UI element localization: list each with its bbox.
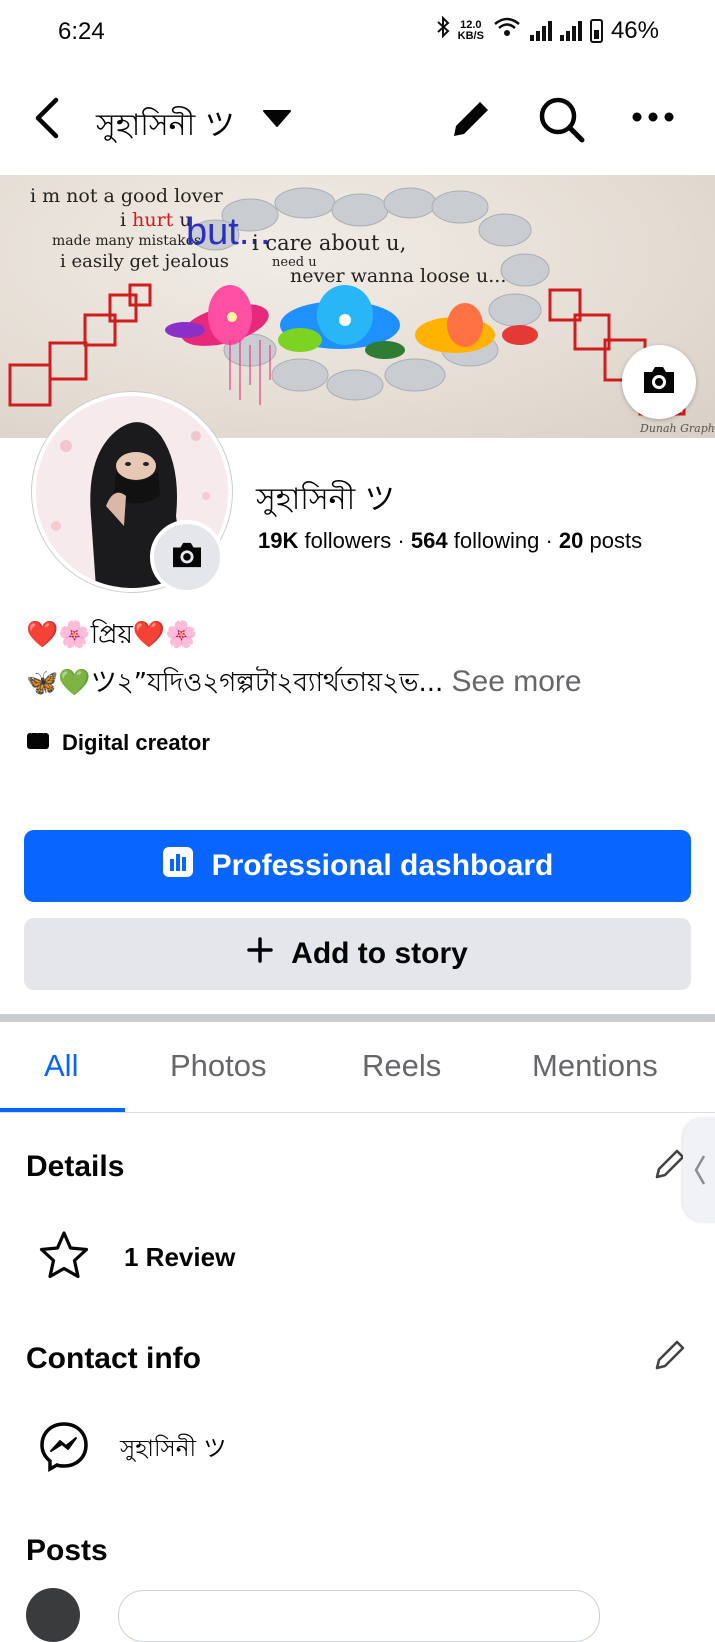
stats-separator: ·: [545, 528, 559, 553]
review-text: 1 Review: [124, 1242, 236, 1272]
contact-info-title: Contact info: [26, 1342, 201, 1375]
posts-count: 20: [558, 528, 584, 553]
details-title: Details: [26, 1150, 125, 1183]
battery-level: 46%: [610, 16, 659, 44]
category-label: Digital creator: [62, 730, 210, 755]
status-time: 6:24: [58, 18, 105, 45]
posts-title: Posts: [26, 1534, 108, 1567]
followers-label: followers: [304, 528, 392, 553]
add-to-story-button[interactable]: Add to story: [24, 918, 691, 990]
cover-line1: i m not a good lover: [30, 185, 223, 207]
battery-icon: [589, 18, 603, 43]
bio-line-2-text: 🦋💚ツ২”যদিও২গল্পটা২ব্যার্থতায়২ভ...: [26, 668, 444, 698]
dashboard-icon: [162, 846, 194, 886]
messenger-row[interactable]: সুহাসিনী ツ: [38, 1420, 226, 1477]
review-row[interactable]: 1 Review: [38, 1230, 235, 1285]
camera-icon: [170, 541, 204, 574]
cover-line3: made many mistakes: [52, 233, 202, 249]
tab-photos[interactable]: Photos: [170, 1048, 267, 1084]
chevron-left-icon: [694, 1155, 706, 1185]
more-options-icon[interactable]: [632, 110, 674, 128]
stats-separator: ·: [397, 528, 411, 553]
following-label: following: [453, 528, 540, 553]
cover-never: never wanna loose u...: [290, 265, 507, 287]
back-arrow-icon[interactable]: [30, 96, 62, 145]
profile-name: সুহাসিনী ツ: [256, 482, 395, 517]
cover-line2-hurt: hurt: [132, 209, 174, 231]
bio-line-2: 🦋💚ツ২”যদিও২গল্পটা২ব্যার্থতায়২ভ... See mo…: [26, 662, 582, 706]
edit-contact-pencil-icon[interactable]: [652, 1337, 688, 1378]
tab-reels[interactable]: Reels: [362, 1048, 441, 1084]
side-panel-handle[interactable]: [683, 1118, 715, 1222]
signal-icon-2: [559, 20, 582, 41]
star-icon: [38, 1230, 90, 1285]
network-speed-unit: KB/S: [457, 29, 484, 42]
clapperboard-icon: [26, 729, 50, 756]
header-title[interactable]: সুহাসিনী ツ: [96, 100, 235, 152]
cover-care: i care about u,: [252, 231, 407, 255]
pencil-icon[interactable]: [448, 96, 494, 147]
add-to-story-label: Add to story: [291, 937, 468, 970]
see-more-link[interactable]: See more: [452, 665, 582, 698]
search-icon[interactable]: [536, 94, 588, 151]
section-divider: [0, 1014, 715, 1022]
profile-header: সুহাসিনী ツ: [0, 82, 715, 154]
wifi-icon: [492, 16, 522, 45]
active-tab-indicator: [0, 1108, 125, 1112]
cover-line2: i hurt u: [120, 209, 192, 231]
profile-tabs: All Photos Reels Mentions: [0, 1022, 715, 1113]
tab-all[interactable]: All: [44, 1048, 78, 1084]
professional-dashboard-label: Professional dashboard: [211, 849, 554, 882]
followers-count: 19K: [258, 528, 299, 553]
network-speed: 12.0 KB/S: [457, 19, 484, 42]
bio-line-1: ❤️🌸প্রিয়❤️🌸: [26, 620, 198, 650]
signal-icon: [529, 20, 552, 41]
tab-mentions[interactable]: Mentions: [532, 1048, 658, 1084]
cover-line4: i easily get jealous: [60, 251, 230, 272]
profile-stats: 19K followers · 564 following · 20 posts: [258, 528, 642, 554]
edit-cover-camera-button[interactable]: [622, 345, 696, 419]
posts-label: posts: [589, 528, 643, 553]
followers-link[interactable]: 19K followers: [258, 528, 391, 553]
status-bar: 6:24 12.0 KB/S 46%: [0, 0, 715, 64]
messenger-name: সুহাসিনী ツ: [120, 1435, 227, 1462]
category-row: Digital creator: [26, 729, 210, 756]
svg-text:Dunah Graph: Dunah Graph: [639, 422, 715, 435]
following-count: 564: [410, 528, 448, 553]
plus-icon: [247, 937, 273, 971]
posts-link[interactable]: 20 posts: [559, 528, 642, 553]
edit-avatar-camera-button[interactable]: [150, 520, 224, 594]
camera-icon: [641, 365, 677, 400]
cover-line2-a: i: [120, 209, 127, 231]
bluetooth-icon: [436, 15, 450, 45]
messenger-icon: [38, 1420, 90, 1477]
professional-dashboard-button[interactable]: Professional dashboard: [24, 830, 691, 902]
following-link[interactable]: 564 following: [411, 528, 539, 553]
caret-down-icon[interactable]: [262, 108, 292, 133]
composer-input[interactable]: [118, 1590, 600, 1642]
composer-avatar[interactable]: [26, 1588, 80, 1642]
